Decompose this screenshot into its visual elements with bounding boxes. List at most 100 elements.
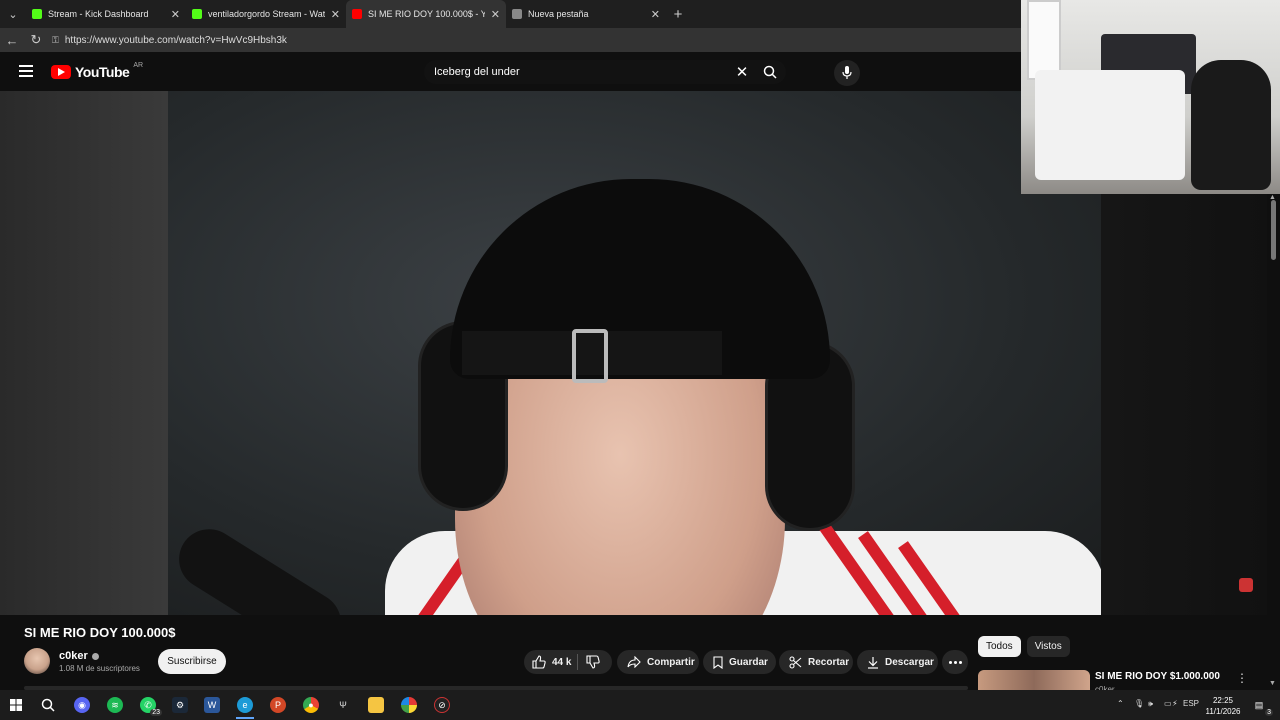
tray-network-icon[interactable]: ▭	[1164, 699, 1172, 708]
search-button[interactable]	[754, 60, 786, 84]
more-actions-button[interactable]	[942, 650, 968, 674]
dislike-button[interactable]	[578, 650, 608, 674]
video-side-blur	[0, 91, 168, 615]
extension-icon[interactable]	[1239, 578, 1253, 592]
input-language[interactable]: ESP	[1183, 699, 1199, 708]
close-tab-icon[interactable]: ✕	[491, 8, 500, 21]
tray-mic-icon[interactable]: 🎙︎	[1134, 699, 1144, 708]
webcam-overlay	[1021, 0, 1280, 194]
notifications-icon[interactable]: ▤ 3	[1251, 697, 1273, 716]
tab-title: Nueva pestaña	[528, 9, 589, 19]
clear-search-icon[interactable]: ✕	[730, 63, 754, 81]
recommendation-menu-icon[interactable]: ⋮	[1236, 671, 1248, 685]
tab-kick-stream[interactable]: ventiladorgordo Stream - Watch L ✕	[186, 0, 346, 28]
tab-title: SI ME RIO DOY 100.000$ - YouTub	[368, 9, 485, 19]
word-icon[interactable]: W	[204, 697, 220, 713]
scrollbar-thumb[interactable]	[1271, 200, 1276, 260]
clip-content: Recortar	[779, 650, 859, 674]
edge-icon[interactable]: e	[237, 697, 253, 713]
like-count: 44 k	[552, 656, 572, 668]
share-label: Compartir	[647, 656, 695, 668]
recommendation-title[interactable]: SI ME RIO DOY $1.000.000	[1095, 671, 1220, 682]
kick-favicon-icon	[32, 9, 42, 19]
whatsapp-badge: 23	[150, 709, 162, 716]
close-tab-icon[interactable]: ✕	[331, 8, 340, 21]
windows-start-icon[interactable]	[8, 697, 24, 713]
subscriber-count: 1.08 M de suscriptores	[59, 664, 140, 673]
clock-time: 22:25	[1212, 696, 1234, 705]
windows-taskbar: ◉ ≋ ✆ 23 ⚙ W e P ● Ψ ⊘ ⌃ 🎙︎ 🕪︎ ▭ ⚡︎ ESP ▤…	[0, 690, 1280, 720]
recommendation-thumbnail[interactable]	[978, 670, 1090, 690]
channel-name-row[interactable]: c0ker	[59, 650, 99, 662]
youtube-play-icon	[51, 65, 71, 79]
url-text: https://www.youtube.com/watch?v=HwVc9Hbs…	[64, 34, 287, 46]
tab-title: Stream - Kick Dashboard	[48, 9, 149, 19]
scroll-down-icon[interactable]: ▼	[1269, 680, 1276, 687]
share-content: Compartir	[617, 650, 705, 674]
tab-kick-dashboard[interactable]: Stream - Kick Dashboard ✕	[26, 0, 186, 28]
verified-icon	[91, 652, 99, 660]
voice-search-button[interactable]	[834, 60, 860, 86]
notification-count: 3	[1265, 709, 1273, 716]
obs-recording-icon[interactable]: ⊘	[434, 697, 450, 713]
back-arrow-icon[interactable]: ←	[0, 33, 24, 48]
clock-date: 11/1/2026	[1205, 707, 1241, 716]
download-content: Descargar	[857, 650, 944, 674]
file-explorer-icon[interactable]	[368, 697, 384, 713]
filter-chips: Todos Vistos	[978, 636, 1070, 657]
close-tab-icon[interactable]: ✕	[171, 8, 180, 21]
close-tab-icon[interactable]: ✕	[651, 8, 660, 21]
share-button[interactable]: Compartir	[617, 650, 699, 674]
chrome-icon[interactable]: ●	[303, 697, 319, 713]
clip-label: Recortar	[808, 656, 850, 668]
menu-hamburger-icon[interactable]	[19, 65, 33, 77]
dot	[958, 660, 962, 664]
kick-favicon-icon	[192, 9, 202, 19]
screen: ⌄ Stream - Kick Dashboard ✕ ventiladorgo…	[0, 0, 1280, 720]
chip-all[interactable]: Todos	[978, 636, 1021, 657]
search-input[interactable]	[434, 66, 730, 78]
channel-name[interactable]: c0ker	[59, 650, 88, 662]
country-code: AR	[133, 61, 144, 69]
tray-bluetooth-icon[interactable]: ⚡︎	[1172, 699, 1178, 708]
tab-search-chevron-icon[interactable]: ⌄	[0, 0, 26, 28]
tab-new-tab[interactable]: Nueva pestaña ✕	[506, 0, 666, 28]
taskbar-clock[interactable]: 22:25 11/1/2026	[1203, 695, 1243, 717]
subscribe-button[interactable]: Suscribirse	[158, 649, 226, 674]
chip-watched[interactable]: Vistos	[1026, 636, 1070, 657]
new-tab-favicon-icon	[512, 9, 522, 19]
tray-chevron-icon[interactable]: ⌃	[1117, 699, 1124, 708]
tab-title: ventiladorgordo Stream - Watch L	[208, 9, 325, 19]
right-panel-shadow	[1101, 194, 1267, 615]
url-field[interactable]: ⚿ https://www.youtube.com/watch?v=HwVc9H…	[52, 35, 287, 46]
tab-youtube-video[interactable]: SI ME RIO DOY 100.000$ - YouTub ✕	[346, 0, 506, 28]
color-app-icon[interactable]	[401, 697, 417, 713]
youtube-logo-text: YouTube	[75, 64, 130, 80]
whatsapp-icon[interactable]: ✆ 23	[140, 697, 162, 716]
video-title: SI ME RIO DOY 100.000$	[24, 625, 176, 640]
youtube-logo[interactable]: YouTube AR	[51, 61, 144, 80]
spotify-icon[interactable]: ≋	[107, 697, 123, 713]
thumbs-down-icon	[586, 655, 601, 669]
page-scrollbar[interactable]: ▲ ▼	[1267, 194, 1280, 687]
download-button[interactable]: Descargar	[857, 650, 938, 674]
save-button[interactable]: Guardar	[703, 650, 776, 674]
like-button[interactable]: 44 k	[524, 650, 577, 674]
channel-avatar[interactable]	[24, 648, 50, 674]
download-label: Descargar	[885, 656, 934, 668]
share-arrow-icon	[627, 656, 641, 668]
reload-icon[interactable]: ↻	[24, 32, 48, 48]
webcam-bed	[1035, 70, 1185, 180]
discord-icon[interactable]: ◉	[74, 697, 90, 713]
clip-button[interactable]: Recortar	[779, 650, 853, 674]
video-player[interactable]	[0, 91, 1101, 615]
like-dislike-group: 44 k	[524, 650, 612, 674]
taskbar-search-icon[interactable]	[40, 697, 56, 713]
save-label: Guardar	[729, 656, 768, 668]
site-info-icon[interactable]: ⚿	[52, 35, 59, 46]
steam-icon[interactable]: ⚙	[172, 697, 188, 713]
new-tab-plus-icon[interactable]: +	[666, 6, 690, 23]
winrar-icon[interactable]: Ψ	[335, 697, 351, 713]
powerpoint-icon[interactable]: P	[270, 697, 286, 713]
tray-volume-icon[interactable]: 🕪︎	[1148, 699, 1153, 709]
